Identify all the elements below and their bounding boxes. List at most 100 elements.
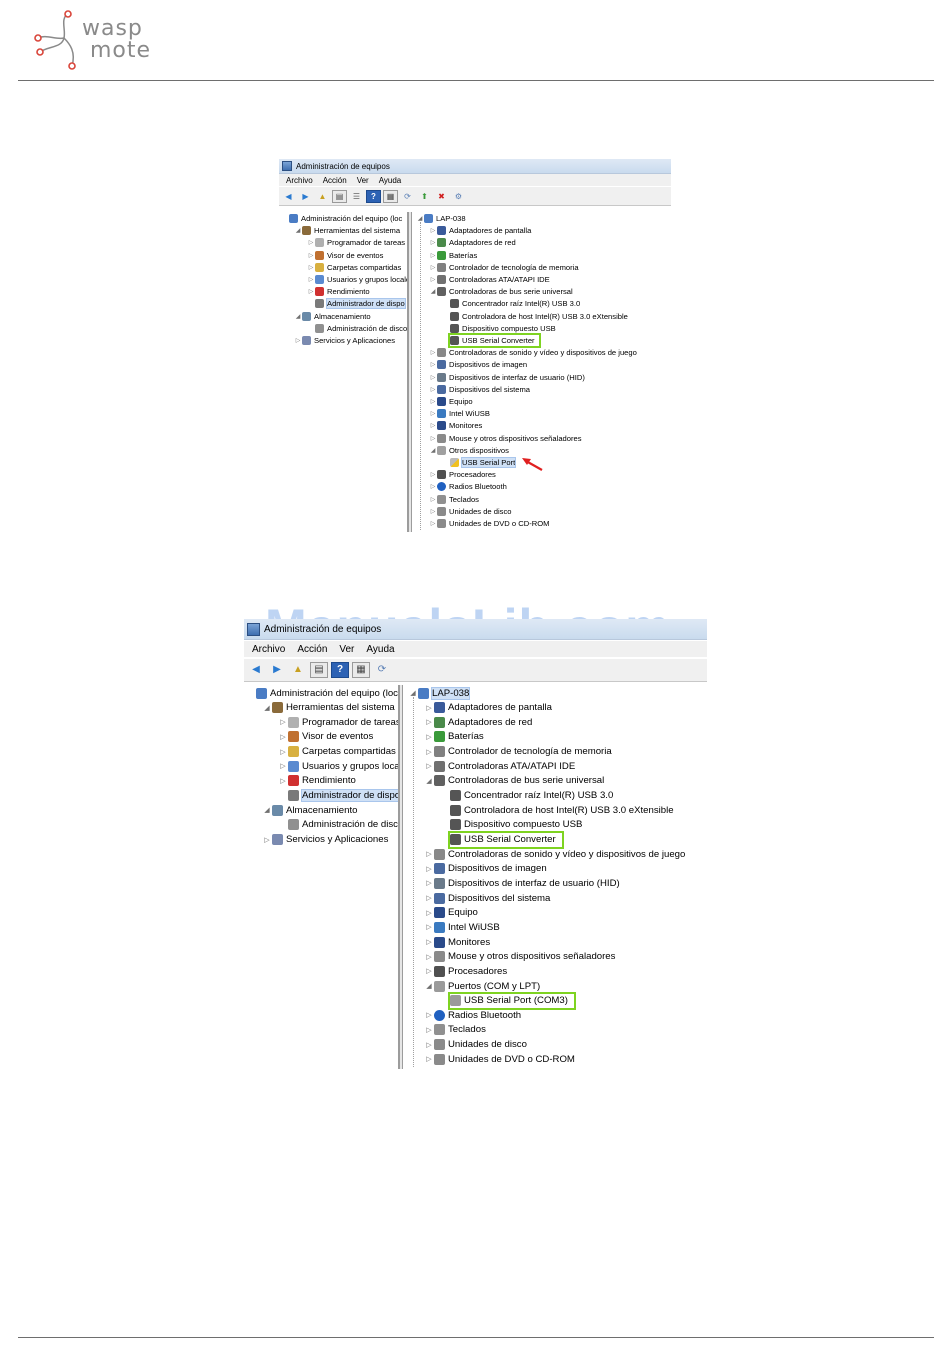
tree-item-unidades-de-disco[interactable]: ▷ Unidades de disco	[429, 506, 511, 517]
collapse-arrow-icon[interactable]: ◢	[262, 806, 272, 814]
tree-item-controlador-de-tecnologia-de-memoria[interactable]: ▷ Controlador de tecnología de memoria	[424, 745, 612, 759]
help-icon[interactable]: ?	[366, 189, 381, 203]
expand-arrow-icon[interactable]: ▷	[278, 748, 288, 756]
tree-item-dispositivos-del-sistema[interactable]: ▷ Dispositivos del sistema	[424, 891, 550, 905]
tree-item-monitores[interactable]: ▷ Monitores	[429, 420, 482, 431]
expand-arrow-icon[interactable]: ▷	[424, 865, 434, 873]
tree-item-unidades-de-disco[interactable]: ▷ Unidades de disco	[424, 1038, 527, 1052]
expand-arrow-icon[interactable]: ▷	[429, 435, 437, 442]
expand-arrow-icon[interactable]: ▷	[307, 239, 315, 246]
expand-arrow-icon[interactable]: ▷	[307, 276, 315, 283]
expand-arrow-icon[interactable]: ▷	[424, 1026, 434, 1034]
tree-item-controladoras-de-bus-serie-universal[interactable]: ◢ Controladoras de bus serie universal	[424, 774, 604, 788]
collapse-arrow-icon[interactable]: ◢	[416, 215, 424, 222]
expand-arrow-icon[interactable]: ▷	[424, 704, 434, 712]
expand-arrow-icon[interactable]: ▷	[424, 1055, 434, 1063]
expand-arrow-icon[interactable]: ▷	[294, 337, 302, 344]
expand-arrow-icon[interactable]: ▷	[278, 718, 288, 726]
tree-item-administrador-de-dispo[interactable]: Administrador de dispo	[307, 298, 406, 310]
forward-arrow-icon[interactable]: ▶	[298, 190, 313, 203]
tree-item-lap-038[interactable]: ◢ LAP-038	[408, 686, 471, 700]
expand-arrow-icon[interactable]: ▷	[429, 410, 437, 417]
expand-arrow-icon[interactable]: ▷	[429, 264, 437, 271]
tree-item-dispositivos-de-imagen[interactable]: ▷ Dispositivos de imagen	[424, 862, 547, 876]
expand-arrow-icon[interactable]: ▷	[424, 748, 434, 756]
tree-item-herramientas-del-sistema[interactable]: ◢ Herramientas del sistema	[262, 701, 395, 715]
scan-hardware-icon[interactable]: ⟳	[373, 662, 391, 678]
tree-item-unidades-de-dvd-o-cd-rom[interactable]: ▷ Unidades de DVD o CD-ROM	[429, 518, 549, 529]
tree-item-controladoras-de-sonido-y-video-y-dispositivos-de-juego[interactable]: ▷ Controladoras de sonido y vídeo y dispo…	[429, 347, 637, 358]
up-folder-icon[interactable]: ▲	[315, 190, 330, 203]
tree-item-usuarios-y-grupos-locale[interactable]: ▷ Usuarios y grupos locale	[278, 759, 398, 773]
expand-arrow-icon[interactable]: ▷	[307, 288, 315, 295]
expand-arrow-icon[interactable]: ▷	[278, 733, 288, 741]
tree-item-radios-bluetooth[interactable]: ▷ Radios Bluetooth	[424, 1008, 521, 1022]
expand-arrow-icon[interactable]: ▷	[307, 264, 315, 271]
expand-arrow-icon[interactable]: ▷	[429, 471, 437, 478]
tree-item-controladoras-ata-atapi-ide[interactable]: ▷ Controladoras ATA/ATAPI IDE	[429, 274, 550, 285]
expand-arrow-icon[interactable]: ▷	[429, 386, 437, 393]
expand-arrow-icon[interactable]: ▷	[429, 496, 437, 503]
tree-item-concentrador-raiz-intel-r-usb-3-0[interactable]: Concentrador raíz Intel(R) USB 3.0	[440, 789, 613, 803]
show-hide-action-pane-icon[interactable]: ▦	[352, 662, 370, 678]
tree-item-concentrador-raiz-intel-r-usb-3-0[interactable]: Concentrador raíz Intel(R) USB 3.0	[442, 298, 580, 309]
tree-item-adaptadores-de-pantalla[interactable]: ▷ Adaptadores de pantalla	[429, 225, 531, 236]
expand-arrow-icon[interactable]: ▷	[429, 483, 437, 490]
tree-item-dispositivos-de-imagen[interactable]: ▷ Dispositivos de imagen	[429, 359, 527, 370]
collapse-arrow-icon[interactable]: ◢	[429, 288, 437, 295]
tree-item-administracion-del-equipo-loc[interactable]: Administración del equipo (loc	[281, 213, 402, 224]
collapse-arrow-icon[interactable]: ◢	[262, 704, 272, 712]
tree-item-unidades-de-dvd-o-cd-rom[interactable]: ▷ Unidades de DVD o CD-ROM	[424, 1052, 575, 1066]
expand-arrow-icon[interactable]: ▷	[278, 762, 288, 770]
show-hide-tree-icon[interactable]: ▤	[332, 189, 347, 203]
disable-device-icon[interactable]: ⚙	[451, 190, 466, 203]
update-driver-icon[interactable]: ⬆	[417, 190, 432, 203]
back-arrow-icon[interactable]: ◀	[247, 662, 265, 678]
expand-arrow-icon[interactable]: ▷	[424, 938, 434, 946]
expand-arrow-icon[interactable]: ▷	[424, 733, 434, 741]
tree-item-controlador-de-tecnologia-de-memoria[interactable]: ▷ Controlador de tecnología de memoria	[429, 262, 579, 273]
tree-item-teclados[interactable]: ▷ Teclados	[424, 1023, 486, 1037]
back-arrow-icon[interactable]: ◀	[281, 190, 296, 203]
help-icon[interactable]: ?	[331, 662, 349, 678]
expand-arrow-icon[interactable]: ▷	[429, 374, 437, 381]
tree-item-almacenamiento[interactable]: ◢ Almacenamiento	[262, 803, 357, 817]
scan-hardware-icon[interactable]: ⟳	[400, 190, 415, 203]
menu-ayuda[interactable]: Ayuda	[366, 644, 394, 655]
tree-item-carpetas-compartidas[interactable]: ▷ Carpetas compartidas	[278, 745, 396, 759]
menu-ver[interactable]: Ver	[339, 644, 354, 655]
tree-item-rendimiento[interactable]: ▷ Rendimiento	[307, 286, 370, 297]
expand-arrow-icon[interactable]: ▷	[424, 762, 434, 770]
menu-archivo[interactable]: Archivo	[252, 644, 285, 655]
collapse-arrow-icon[interactable]: ◢	[424, 777, 434, 785]
expand-arrow-icon[interactable]: ▷	[278, 777, 288, 785]
tree-item-lap-038[interactable]: ◢ LAP-038	[416, 213, 466, 224]
tree-item-controladoras-ata-atapi-ide[interactable]: ▷ Controladoras ATA/ATAPI IDE	[424, 759, 575, 773]
properties-icon[interactable]: ☰	[349, 190, 364, 203]
tree-item-baterias[interactable]: ▷ Baterías	[429, 250, 477, 261]
tree-item-radios-bluetooth[interactable]: ▷ Radios Bluetooth	[429, 481, 507, 492]
expand-arrow-icon[interactable]: ▷	[424, 879, 434, 887]
tree-item-servicios-y-aplicaciones[interactable]: ▷ Servicios y Aplicaciones	[294, 335, 395, 346]
tree-item-visor-de-eventos[interactable]: ▷ Visor de eventos	[278, 730, 373, 744]
expand-arrow-icon[interactable]: ▷	[429, 239, 437, 246]
tree-item-usb-serial-port[interactable]: USB Serial Port	[442, 457, 517, 468]
tree-item-controladoras-de-sonido-y-video-y-dispositivos-de-juego[interactable]: ▷ Controladoras de sonido y vídeo y dispo…	[424, 847, 685, 861]
tree-item-mouse-y-otros-dispositivos-senaladores[interactable]: ▷ Mouse y otros dispositivos señaladores	[424, 950, 615, 964]
forward-arrow-icon[interactable]: ▶	[268, 662, 286, 678]
collapse-arrow-icon[interactable]: ◢	[408, 689, 418, 697]
tree-item-almacenamiento[interactable]: ◢ Almacenamiento	[294, 311, 371, 322]
expand-arrow-icon[interactable]: ▷	[424, 894, 434, 902]
tree-item-controladora-de-host-intel-r-usb-3-0-extensible[interactable]: Controladora de host Intel(R) USB 3.0 eX…	[440, 803, 674, 817]
expand-arrow-icon[interactable]: ▷	[424, 953, 434, 961]
tree-item-adaptadores-de-pantalla[interactable]: ▷ Adaptadores de pantalla	[424, 701, 552, 715]
expand-arrow-icon[interactable]: ▷	[429, 252, 437, 259]
tree-item-carpetas-compartidas[interactable]: ▷ Carpetas compartidas	[307, 262, 401, 273]
tree-item-dispositivos-de-interfaz-de-usuario-hid[interactable]: ▷ Dispositivos de interfaz de usuario (HI…	[429, 372, 585, 383]
tree-item-equipo[interactable]: ▷ Equipo	[424, 906, 478, 920]
expand-arrow-icon[interactable]: ▷	[424, 1011, 434, 1019]
expand-arrow-icon[interactable]: ▷	[429, 508, 437, 515]
tree-item-controladora-de-host-intel-r-usb-3-0-extensible[interactable]: Controladora de host Intel(R) USB 3.0 eX…	[442, 311, 628, 322]
expand-arrow-icon[interactable]: ▷	[424, 850, 434, 858]
expand-arrow-icon[interactable]: ▷	[424, 923, 434, 931]
